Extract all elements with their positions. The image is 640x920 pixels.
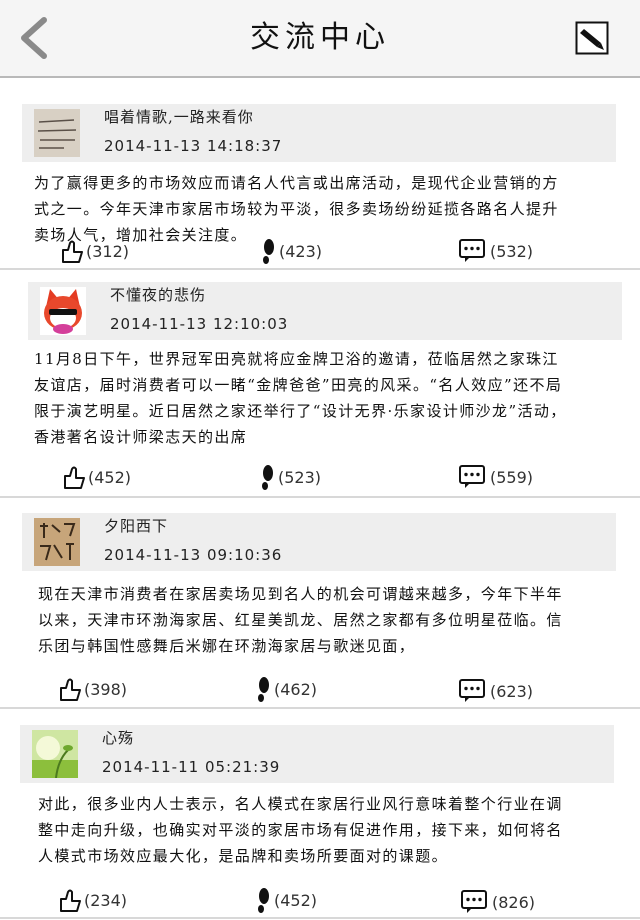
- post-divider: [0, 496, 640, 498]
- footprint-icon: [262, 465, 273, 490]
- comment-button[interactable]: (826): [460, 887, 535, 917]
- comment-button[interactable]: (623): [458, 676, 533, 706]
- views-stat[interactable]: (523): [258, 462, 321, 492]
- post-time: 2014-11-13 14:18:37: [104, 137, 283, 155]
- views-stat[interactable]: (462): [254, 674, 317, 704]
- avatar[interactable]: [34, 109, 80, 157]
- comment-icon: [461, 890, 487, 913]
- post-header: 不懂夜的悲伤 2014-11-13 12:10:03: [28, 282, 622, 340]
- post-divider: [0, 268, 640, 270]
- like-count: (234): [84, 890, 128, 910]
- post-author[interactable]: 夕阳西下: [104, 515, 168, 536]
- compose-button[interactable]: [575, 21, 609, 55]
- avatar[interactable]: [40, 287, 86, 335]
- post-card[interactable]: 唱着情歌,一路来看你 2014-11-13 14:18:37 为了赢得更多的市场…: [0, 104, 640, 268]
- view-count: (462): [274, 679, 318, 699]
- avatar[interactable]: [34, 518, 80, 566]
- post-header: 唱着情歌,一路来看你 2014-11-13 14:18:37: [22, 104, 616, 162]
- navigation-bar: 交流中心: [0, 0, 640, 78]
- footprint-icon: [263, 239, 274, 264]
- post-card[interactable]: 不懂夜的悲伤 2014-11-13 12:10:03 11月8日下午，世界冠军田…: [0, 282, 640, 496]
- page-title: 交流中心: [250, 20, 390, 55]
- post-header: 心殇 2014-11-11 05:21:39: [20, 725, 614, 783]
- comment-count: (826): [492, 892, 536, 912]
- view-count: (523): [278, 467, 322, 487]
- like-count: (452): [88, 467, 132, 487]
- edit-icon: [575, 21, 609, 55]
- post-time: 2014-11-13 12:10:03: [110, 315, 289, 333]
- comment-icon: [459, 465, 485, 488]
- comment-count: (623): [490, 681, 534, 701]
- comment-icon: [459, 239, 485, 262]
- post-card[interactable]: 夕阳西下 2014-11-13 09:10:36 现在天津市消费者在家居卖场见到…: [0, 513, 640, 703]
- post-author[interactable]: 心殇: [102, 727, 134, 748]
- comment-count: (559): [490, 467, 534, 487]
- views-stat[interactable]: (423): [259, 236, 322, 266]
- post-divider: [0, 707, 640, 709]
- like-count: (312): [86, 241, 130, 261]
- thumb-up-icon: [64, 466, 85, 489]
- thumb-up-icon: [60, 678, 81, 701]
- views-stat[interactable]: (452): [254, 885, 317, 915]
- footprint-icon: [258, 888, 269, 913]
- post-card[interactable]: 心殇 2014-11-11 05:21:39 对此，很多业内人士表示，名人模式在…: [0, 725, 640, 915]
- comment-icon: [459, 679, 485, 702]
- like-count: (398): [84, 679, 128, 699]
- comment-button[interactable]: (532): [458, 236, 533, 266]
- like-button[interactable]: (312): [60, 236, 129, 266]
- post-author[interactable]: 唱着情歌,一路来看你: [104, 106, 254, 127]
- like-button[interactable]: (234): [58, 885, 127, 915]
- post-time: 2014-11-13 09:10:36: [104, 546, 283, 564]
- avatar[interactable]: [32, 730, 78, 778]
- thumb-up-icon: [62, 240, 83, 263]
- view-count: (452): [274, 890, 318, 910]
- post-content: 对此，很多业内人士表示，名人模式在家居行业风行意味着整个行业在调整中走向升级，也…: [38, 795, 563, 865]
- footprint-icon: [258, 677, 269, 702]
- post-divider: [0, 917, 640, 919]
- post-content: 11月8日下午，世界冠军田亮就将应金牌卫浴的邀请，莅临居然之家珠江友谊店，届时消…: [34, 350, 567, 446]
- post-time: 2014-11-11 05:21:39: [102, 758, 281, 776]
- comment-button[interactable]: (559): [458, 462, 533, 492]
- post-author[interactable]: 不懂夜的悲伤: [110, 284, 206, 305]
- like-button[interactable]: (398): [58, 674, 127, 704]
- thumb-up-icon: [60, 889, 81, 912]
- view-count: (423): [279, 241, 323, 261]
- like-button[interactable]: (452): [62, 462, 131, 492]
- post-header: 夕阳西下 2014-11-13 09:10:36: [22, 513, 616, 571]
- comment-count: (532): [490, 241, 534, 261]
- post-content: 现在天津市消费者在家居卖场见到名人的机会可谓越来越多，今年下半年以来，天津市环渤…: [38, 585, 563, 655]
